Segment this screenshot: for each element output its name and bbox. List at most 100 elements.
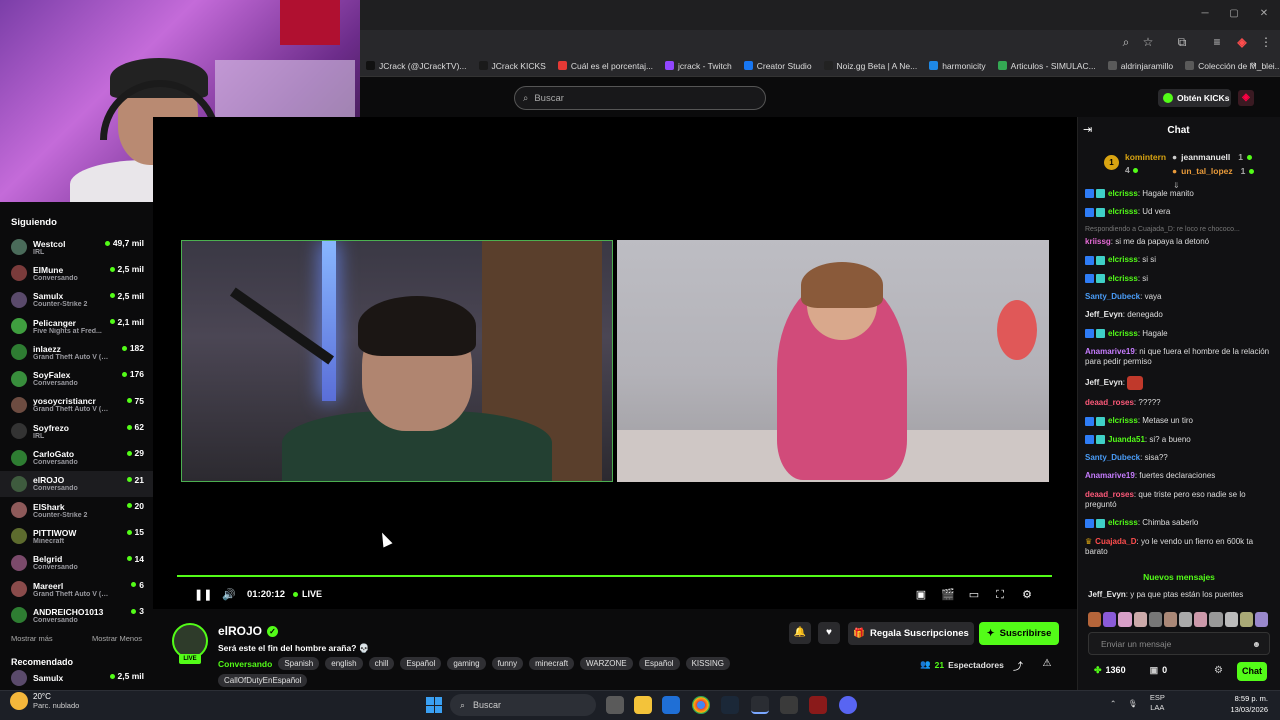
- chat-settings-icon[interactable]: ⚙: [1214, 665, 1223, 676]
- bookmark-item[interactable]: Colección de M_blei...: [1179, 61, 1280, 71]
- sidebar-channel-belgrid[interactable]: Belgrid Conversando 14: [0, 550, 153, 576]
- tag[interactable]: CallOfDutyEnEspañol: [218, 674, 308, 687]
- emote-icon[interactable]: [1239, 612, 1253, 627]
- sidebar-channel-inlaezz[interactable]: inlaezz Grand Theft Auto V (G... 182: [0, 339, 153, 365]
- leader-second[interactable]: ● jeanmanuell 1: [1172, 152, 1253, 162]
- clock[interactable]: 8:59 p. m. 13/03/2026: [1220, 693, 1268, 715]
- weather-widget[interactable]: 20°C Parc. nublado: [10, 692, 79, 710]
- steam-icon[interactable]: [721, 696, 739, 714]
- fullscreen-icon[interactable]: ⛶: [992, 587, 1008, 603]
- clip-icon[interactable]: 🎬: [940, 587, 956, 603]
- outlook-icon[interactable]: [662, 696, 680, 714]
- theater-mode-icon[interactable]: ▭: [966, 587, 982, 603]
- tag[interactable]: chill: [368, 657, 395, 670]
- channel-name[interactable]: elROJO ✓: [218, 624, 279, 638]
- report-icon[interactable]: ⚠: [1040, 658, 1054, 669]
- emote-icon[interactable]: [1163, 612, 1178, 627]
- bookmark-item[interactable]: Noiz.gg Beta | A Ne...: [818, 61, 924, 71]
- app-icon[interactable]: [780, 696, 798, 714]
- zoom-icon[interactable]: ⌕: [1119, 35, 1133, 49]
- bookmark-item[interactable]: JCrack KICKS: [473, 61, 552, 71]
- sidebar-channel-elshark[interactable]: ElShark Counter-Strike 2 20: [0, 497, 153, 523]
- tag[interactable]: Español: [400, 657, 442, 670]
- emote-icon[interactable]: [1133, 612, 1147, 627]
- user-avatar[interactable]: ◈: [1238, 90, 1254, 106]
- bookmark-item[interactable]: Articulos - SIMULAC...: [992, 61, 1102, 71]
- obs-icon[interactable]: [751, 696, 769, 714]
- file-explorer-icon[interactable]: [634, 696, 652, 714]
- sidebar-channel-andreicho1013[interactable]: ANDREICHO1013 Conversando 3: [0, 602, 153, 628]
- sidebar-channel-pittiwow[interactable]: PITTIWOW Minecraft 15: [0, 523, 153, 549]
- maximize-icon[interactable]: ▢: [1228, 8, 1240, 20]
- pause-icon[interactable]: ❚❚: [194, 587, 212, 603]
- extensions-icon[interactable]: ⧉: [1175, 35, 1189, 49]
- new-messages-label[interactable]: Nuevos mensajes: [1085, 572, 1273, 582]
- tag[interactable]: minecraft: [529, 657, 575, 670]
- recommended-item[interactable]: Samulx 2,5 mil: [0, 670, 153, 687]
- sidebar-channel-samulx[interactable]: Samulx Counter-Strike 2 2,5 mil: [0, 287, 153, 313]
- system-tray[interactable]: ⌃ 🎙 ESP LAA: [1110, 693, 1165, 713]
- search-input[interactable]: ⌕ Buscar: [514, 86, 766, 110]
- emote-bar[interactable]: [1088, 612, 1269, 628]
- taskbar-search[interactable]: ⌕ Buscar: [450, 694, 596, 716]
- sidebar-channel-yosoycristiancr[interactable]: yosoycristiancr Grand Theft Auto V (GTA) 7…: [0, 392, 153, 418]
- bookmark-item[interactable]: Creator Studio: [738, 61, 818, 71]
- category-link[interactable]: Conversando: [218, 659, 272, 669]
- subscribe-button[interactable]: ✦ Suscribirse: [979, 622, 1059, 645]
- sidebar-channel-carlogato[interactable]: CarloGato Conversando 29: [0, 444, 153, 470]
- gift-subs-button[interactable]: 🎁 Regala Suscripciones: [848, 622, 974, 645]
- emote-icon[interactable]: [1179, 612, 1193, 627]
- tag[interactable]: Spanish: [278, 657, 320, 670]
- task-view-icon[interactable]: [606, 696, 624, 714]
- media-control-icon[interactable]: ≡: [1210, 35, 1224, 49]
- chrome-icon[interactable]: [692, 696, 710, 714]
- progress-bar[interactable]: [177, 575, 1052, 577]
- minimize-icon[interactable]: ─: [1199, 8, 1211, 20]
- emote-icon[interactable]: [1194, 612, 1208, 627]
- leader-first-name[interactable]: komintern: [1125, 152, 1166, 162]
- get-kicks-button[interactable]: Obtén KICKs: [1158, 89, 1231, 107]
- sidebar-channel-mareerl[interactable]: Mareerl Grand Theft Auto V (GTA) 6: [0, 576, 153, 602]
- send-chat-button[interactable]: Chat: [1237, 662, 1267, 681]
- app-icon[interactable]: [809, 696, 827, 714]
- emoji-icon[interactable]: ☻: [1252, 639, 1261, 649]
- chat-input[interactable]: Enviar un mensaje ☻: [1088, 632, 1270, 655]
- bookmark-item[interactable]: Cuál es el porcentaj...: [552, 61, 659, 71]
- emote-icon[interactable]: [1224, 612, 1238, 627]
- bookmark-item[interactable]: JCrack (@JCrackTV)...: [360, 61, 473, 71]
- volume-icon[interactable]: 🔊: [221, 587, 237, 603]
- sidebar-channel-elrojo[interactable]: elROJO Conversando 21: [0, 470, 153, 497]
- follow-heart-icon[interactable]: ♥: [818, 622, 840, 644]
- bookmark-star-icon[interactable]: ☆: [1141, 35, 1155, 49]
- browser-menu-icon[interactable]: ⋮: [1259, 35, 1273, 49]
- tag[interactable]: KISSING: [685, 657, 731, 670]
- emote-icon[interactable]: [1254, 612, 1269, 627]
- tag[interactable]: funny: [491, 657, 524, 670]
- discord-icon[interactable]: [839, 696, 857, 714]
- tag[interactable]: Español: [638, 657, 680, 670]
- show-more-button[interactable]: Mostrar más: [11, 634, 53, 643]
- sidebar-channel-soyfrezo[interactable]: Soyfrezo IRL 62: [0, 418, 153, 444]
- tag[interactable]: gaming: [447, 657, 486, 670]
- leader-third[interactable]: ● un_tal_lopez 1: [1172, 166, 1255, 176]
- notifications-bell-icon[interactable]: 🔔: [789, 622, 811, 644]
- show-less-button[interactable]: Mostrar Menos: [92, 634, 142, 643]
- profile-icon[interactable]: ◈: [1235, 35, 1249, 49]
- emote-icon[interactable]: [1148, 612, 1162, 627]
- bookmark-item[interactable]: aldrinjaramillo: [1102, 61, 1179, 71]
- emote-icon[interactable]: [1209, 612, 1223, 627]
- sidebar-channel-westcol[interactable]: Westcol IRL 49,7 mil: [0, 234, 153, 260]
- tag[interactable]: english: [325, 657, 363, 670]
- sidebar-channel-soyfalex[interactable]: SoyFalex Conversando 176: [0, 365, 153, 391]
- emote-icon[interactable]: [1103, 612, 1117, 627]
- share-icon[interactable]: ⤴: [1011, 658, 1025, 673]
- bookmark-item[interactable]: harmonicity: [923, 61, 991, 71]
- start-menu-icon[interactable]: [426, 697, 442, 713]
- more-bookmarks-icon[interactable]: »: [1251, 59, 1257, 70]
- bookmark-item[interactable]: jcrack - Twitch: [659, 61, 738, 71]
- sidebar-channel-pelicanger[interactable]: Pelicanger Five Nights at Fred... 2,1 mil: [0, 313, 153, 339]
- tag[interactable]: WARZONE: [580, 657, 633, 670]
- close-icon[interactable]: ✕: [1258, 8, 1270, 20]
- sidebar-channel-elmune[interactable]: ElMune Conversando 2,5 mil: [0, 260, 153, 286]
- emote-icon[interactable]: [1088, 612, 1102, 627]
